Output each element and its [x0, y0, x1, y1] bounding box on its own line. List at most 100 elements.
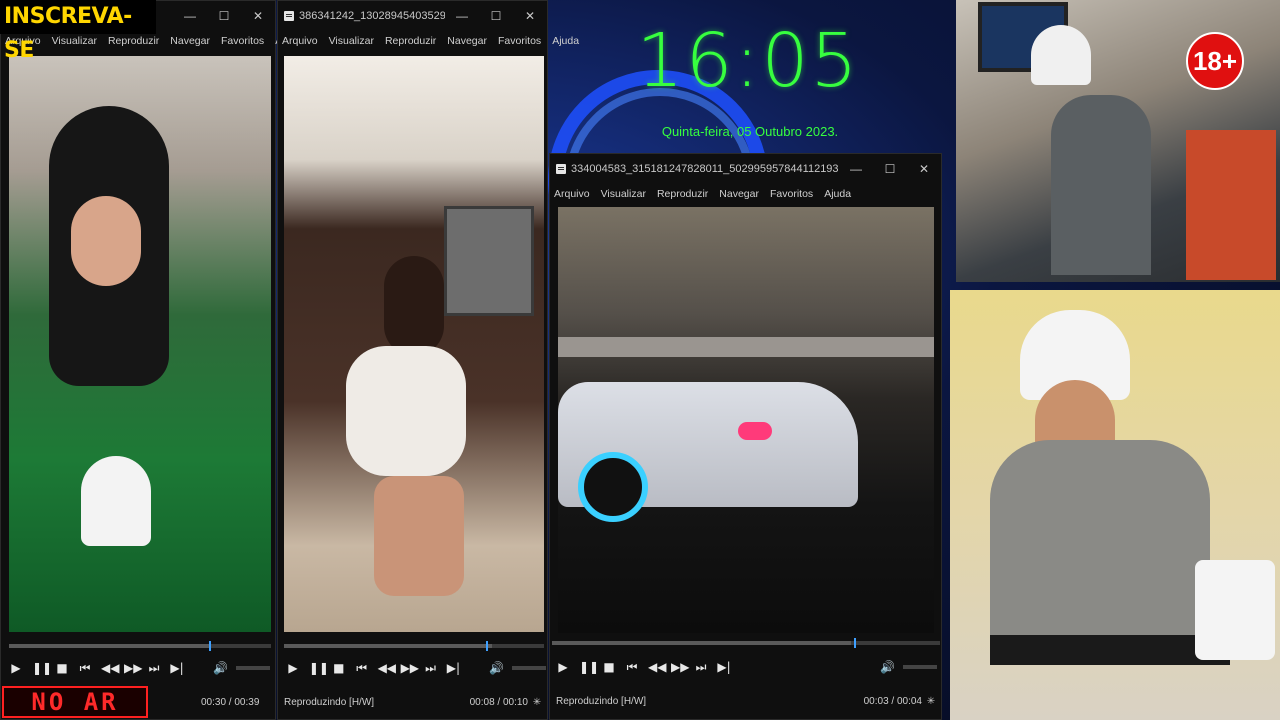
- menu-reproduzir[interactable]: Reproduzir: [108, 35, 159, 47]
- fast-forward-icon[interactable]: ▶▶: [401, 661, 419, 675]
- frame-step-icon[interactable]: ▶|: [717, 660, 731, 674]
- pause-icon[interactable]: ❚❚: [32, 661, 52, 675]
- skip-forward-icon[interactable]: ⏭: [694, 660, 708, 675]
- menu-bar: Arquivo Visualizar Reproduzir Navegar Fa…: [278, 31, 579, 51]
- seek-progress: [284, 644, 492, 648]
- minimize-button[interactable]: —: [173, 9, 207, 23]
- playback-status: Reproduzindo [H/W]: [284, 696, 375, 708]
- pause-icon[interactable]: ❚❚: [579, 660, 599, 674]
- seek-thumb[interactable]: [209, 641, 211, 651]
- player-window-1[interactable]: — ☐ ✕ Arquivo Visualizar Reproduzir Nave…: [0, 0, 302, 720]
- seek-thumb[interactable]: [486, 641, 488, 651]
- stop-icon[interactable]: ■: [602, 660, 616, 674]
- menu-arquivo[interactable]: Arquivo: [282, 35, 318, 47]
- rewind-icon[interactable]: ◀◀: [101, 661, 119, 675]
- playback-time: 00:30 / 00:39: [201, 696, 260, 708]
- skip-back-icon[interactable]: ⏮: [355, 661, 369, 676]
- menu-navegar[interactable]: Navegar: [170, 35, 210, 47]
- frame-step-icon[interactable]: ▶|: [170, 661, 184, 675]
- webcam-person: [1051, 95, 1151, 275]
- volume-slider[interactable]: [512, 666, 546, 670]
- rewind-icon[interactable]: ◀◀: [378, 661, 396, 675]
- menu-visualizar[interactable]: Visualizar: [52, 35, 97, 47]
- menu-visualizar[interactable]: Visualizar: [329, 35, 374, 47]
- playback-controls: ▶ ❚❚ ■ ⏮ ◀◀ ▶▶ ⏭ ▶| 🔊: [286, 655, 546, 681]
- close-button[interactable]: ✕: [241, 9, 275, 23]
- seek-bar[interactable]: [284, 641, 544, 651]
- player-window-3[interactable]: 334004583_315181247828011_50299595784411…: [549, 153, 942, 720]
- player-window-2[interactable]: 386341242_1302894540352915_2... — ☐ ✕ Ar…: [277, 0, 579, 720]
- webcam-mug: [1195, 560, 1275, 660]
- maximize-button[interactable]: ☐: [873, 162, 907, 176]
- fast-forward-icon[interactable]: ▶▶: [124, 661, 142, 675]
- live-indicator: NO AR: [2, 686, 148, 718]
- play-icon[interactable]: ▶: [286, 661, 300, 675]
- volume-icon[interactable]: 🔊: [489, 661, 504, 675]
- age-rating-badge: 18+: [1186, 32, 1244, 90]
- video-car-wheel: [578, 452, 648, 522]
- menu-arquivo[interactable]: Arquivo: [554, 188, 590, 200]
- video-background-wall: [558, 337, 934, 357]
- seek-progress: [9, 644, 211, 648]
- rewind-icon[interactable]: ◀◀: [648, 660, 666, 674]
- fast-forward-icon[interactable]: ▶▶: [671, 660, 689, 674]
- menu-favoritos[interactable]: Favoritos: [770, 188, 813, 200]
- menu-favoritos[interactable]: Favoritos: [498, 35, 541, 47]
- menu-visualizar[interactable]: Visualizar: [601, 188, 646, 200]
- stop-icon[interactable]: ■: [55, 661, 69, 675]
- playback-time: 00:08 / 00:10: [469, 696, 528, 708]
- app-icon: [284, 11, 294, 21]
- video-frame[interactable]: [558, 207, 934, 633]
- menu-bar: Arquivo Visualizar Reproduzir Navegar Fa…: [550, 184, 941, 204]
- settings-icon[interactable]: ✳: [922, 696, 940, 707]
- video-subject-legs: [374, 476, 464, 596]
- video-car-taillight: [738, 422, 772, 440]
- playback-status: Reproduzindo [H/W]: [556, 695, 647, 707]
- menu-navegar[interactable]: Navegar: [447, 35, 487, 47]
- title-bar[interactable]: 334004583_315181247828011_50299595784411…: [550, 154, 941, 184]
- play-icon[interactable]: ▶: [556, 660, 570, 674]
- webcam-tank-top: [990, 440, 1210, 640]
- seek-bar[interactable]: [9, 641, 271, 651]
- menu-reproduzir[interactable]: Reproduzir: [385, 35, 436, 47]
- pause-icon[interactable]: ❚❚: [309, 661, 329, 675]
- window-title: 386341242_1302894540352915_2...: [299, 10, 445, 22]
- menu-ajuda[interactable]: Ajuda: [552, 35, 579, 47]
- volume-icon[interactable]: 🔊: [213, 661, 228, 675]
- window-title: 334004583_315181247828011_50299595784411…: [571, 163, 839, 175]
- close-button[interactable]: ✕: [513, 9, 547, 23]
- webcam-bottom: [950, 290, 1280, 720]
- skip-forward-icon[interactable]: ⏭: [424, 661, 438, 676]
- frame-step-icon[interactable]: ▶|: [446, 661, 460, 675]
- play-icon[interactable]: ▶: [9, 661, 23, 675]
- menu-favoritos[interactable]: Favoritos: [221, 35, 264, 47]
- close-button[interactable]: ✕: [907, 162, 941, 176]
- status-bar: Reproduzindo [H/W] 00:08 / 00:10 ✳: [284, 693, 546, 711]
- subscribe-banner: INSCREVA-SE: [0, 0, 156, 63]
- menu-navegar[interactable]: Navegar: [719, 188, 759, 200]
- skip-back-icon[interactable]: ⏮: [78, 661, 92, 676]
- volume-icon[interactable]: 🔊: [880, 660, 895, 674]
- skip-back-icon[interactable]: ⏮: [625, 660, 639, 675]
- webcam-cap: [1031, 25, 1091, 85]
- status-bar: Reproduzindo [H/W] 00:03 / 00:04 ✳: [556, 692, 940, 710]
- seek-thumb[interactable]: [854, 638, 856, 648]
- seek-bar[interactable]: [552, 638, 940, 648]
- menu-reproduzir[interactable]: Reproduzir: [657, 188, 708, 200]
- video-ice-cream: [81, 456, 151, 546]
- settings-icon[interactable]: ✳: [528, 697, 546, 708]
- maximize-button[interactable]: ☐: [207, 9, 241, 23]
- video-frame[interactable]: [9, 56, 271, 632]
- volume-slider[interactable]: [236, 666, 270, 670]
- video-subject-hair: [384, 256, 444, 356]
- volume-slider[interactable]: [903, 665, 937, 669]
- minimize-button[interactable]: —: [839, 162, 873, 176]
- maximize-button[interactable]: ☐: [479, 9, 513, 23]
- stop-icon[interactable]: ■: [332, 661, 346, 675]
- minimize-button[interactable]: —: [445, 9, 479, 23]
- menu-ajuda[interactable]: Ajuda: [824, 188, 851, 200]
- title-bar[interactable]: 386341242_1302894540352915_2... — ☐ ✕: [278, 1, 547, 31]
- webcam-keyboard: [990, 635, 1230, 665]
- skip-forward-icon[interactable]: ⏭: [147, 661, 161, 676]
- video-frame[interactable]: [284, 56, 544, 632]
